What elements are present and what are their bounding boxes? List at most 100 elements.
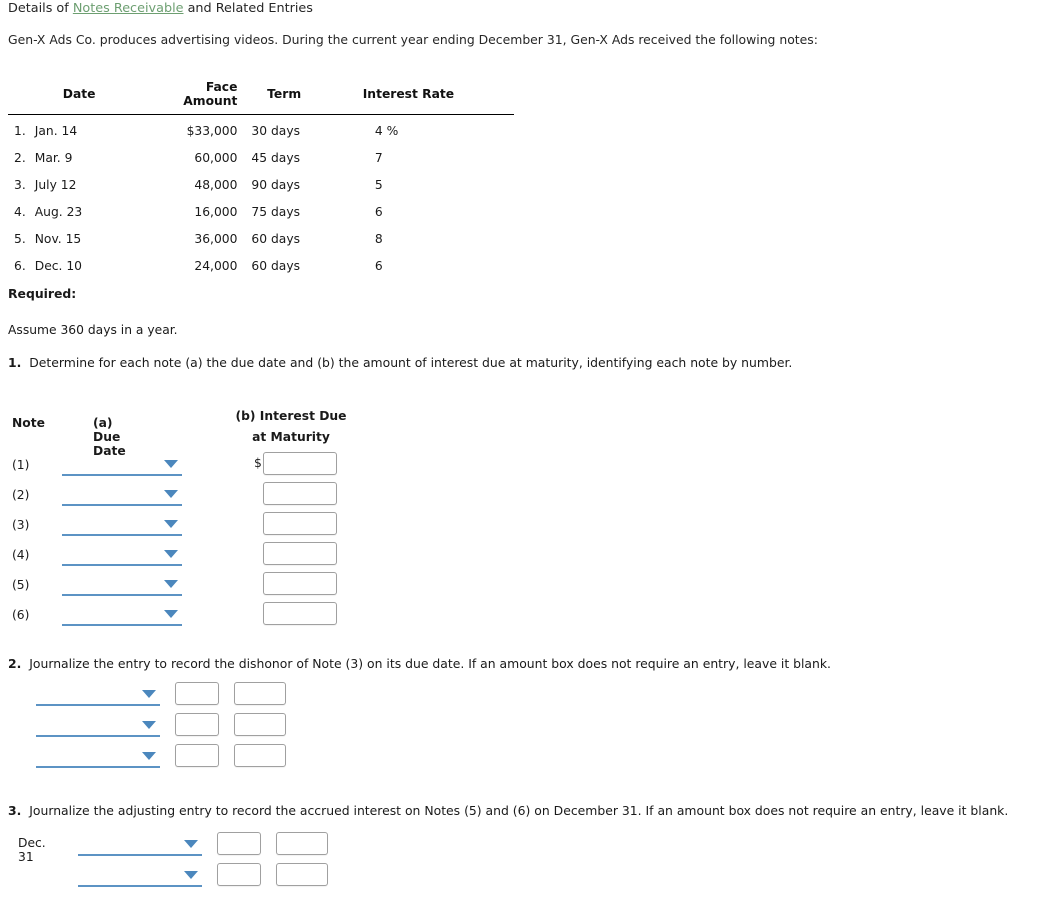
- cell-face-amount: 16,000: [194, 205, 238, 219]
- requirement-2-number: 2.: [8, 656, 22, 671]
- part1-note-label: (1): [12, 458, 30, 472]
- notes-table-head: Date Face Amount Term Interest Rate: [8, 80, 514, 115]
- column-header-term: Term: [267, 87, 302, 101]
- cell-face-amount: 36,000: [194, 232, 238, 246]
- chevron-down-icon: [164, 460, 178, 468]
- part3-credit-input-1[interactable]: [276, 832, 328, 855]
- part2-debit-input-2[interactable]: [175, 713, 219, 736]
- part3-account-dropdown-1[interactable]: [78, 834, 202, 856]
- table-row: 5. Nov. 15 36,000 60 days 8: [8, 223, 514, 250]
- cell-term: 30 days: [251, 124, 301, 138]
- notes-table: Date Face Amount Term Interest Rate 1. Ja…: [8, 80, 514, 277]
- cell-term: 60 days: [251, 259, 301, 273]
- part3-credit-input-2[interactable]: [276, 863, 328, 886]
- part2-account-dropdown-3[interactable]: [36, 746, 160, 768]
- cell-date: Mar. 9: [34, 151, 73, 165]
- notes-table-header-row: Date Face Amount Term Interest Rate: [8, 80, 514, 115]
- table-row: 6. Dec. 10 24,000 60 days 6: [8, 250, 514, 277]
- cell-index: 6.: [14, 259, 26, 273]
- part3-debit-input-1[interactable]: [217, 832, 261, 855]
- due-date-dropdown-3[interactable]: [62, 514, 182, 536]
- chevron-down-icon: [142, 721, 156, 729]
- part2-debit-input-1[interactable]: [175, 682, 219, 705]
- part1-header-note: Note: [12, 416, 45, 430]
- interest-due-input-5[interactable]: [263, 572, 337, 595]
- part2-credit-input-2[interactable]: [234, 713, 286, 736]
- interest-due-input-4[interactable]: [263, 542, 337, 565]
- cell-term: 45 days: [251, 151, 301, 165]
- interest-due-input-6[interactable]: [263, 602, 337, 625]
- cell-date: Dec. 10: [34, 259, 82, 273]
- cell-date: July 12: [34, 178, 77, 192]
- due-date-dropdown-4[interactable]: [62, 544, 182, 566]
- requirement-3: 3. Journalize the adjusting entry to rec…: [8, 803, 1008, 818]
- table-row: 3. July 12 48,000 90 days 5: [8, 169, 514, 196]
- cell-date: Jan. 14: [34, 124, 78, 138]
- part1-header-interest-line2: at Maturity: [252, 430, 330, 444]
- part1-header-due-date: (a) Due Date: [93, 416, 126, 458]
- part1-note-label: (3): [12, 518, 30, 532]
- table-row: 4. Aug. 23 16,000 75 days 6: [8, 196, 514, 223]
- cell-index: 5.: [14, 232, 26, 246]
- cell-date: Nov. 15: [34, 232, 82, 246]
- due-date-dropdown-1[interactable]: [62, 454, 182, 476]
- cell-face-amount: 60,000: [194, 151, 238, 165]
- page-title: Details of Notes Receivable and Related …: [8, 1, 313, 16]
- chevron-down-icon: [164, 610, 178, 618]
- cell-face-amount: 48,000: [194, 178, 238, 192]
- due-date-dropdown-6[interactable]: [62, 604, 182, 626]
- cell-face-amount: $33,000: [186, 124, 238, 138]
- cell-interest-rate: 4 %: [374, 124, 399, 138]
- part1-note-label: (6): [12, 608, 30, 622]
- part2-credit-input-3[interactable]: [234, 744, 286, 767]
- cell-index: 2.: [14, 151, 26, 165]
- part2-account-dropdown-1[interactable]: [36, 684, 160, 706]
- cell-term: 60 days: [251, 232, 301, 246]
- part1-note-label: (5): [12, 578, 30, 592]
- part1-note-label: (4): [12, 548, 30, 562]
- part2-debit-input-3[interactable]: [175, 744, 219, 767]
- part2-credit-input-1[interactable]: [234, 682, 286, 705]
- part3-account-dropdown-2[interactable]: [78, 865, 202, 887]
- chevron-down-icon: [142, 690, 156, 698]
- column-header-interest-rate: Interest Rate: [362, 87, 455, 101]
- column-header-date: Date: [62, 87, 96, 101]
- part1-note-label: (2): [12, 488, 30, 502]
- part2-account-dropdown-2[interactable]: [36, 715, 160, 737]
- interest-due-input-1[interactable]: [263, 452, 337, 475]
- interest-due-input-3[interactable]: [263, 512, 337, 535]
- chevron-down-icon: [142, 752, 156, 760]
- cell-interest-rate: 6: [374, 205, 383, 219]
- cell-interest-rate: 8: [374, 232, 383, 246]
- requirement-1: 1. Determine for each note (a) the due d…: [8, 355, 792, 370]
- column-header-index: [8, 80, 35, 115]
- due-date-dropdown-5[interactable]: [62, 574, 182, 596]
- requirement-1-number: 1.: [8, 355, 22, 370]
- cell-term: 90 days: [251, 178, 301, 192]
- requirement-3-text: Journalize the adjusting entry to record…: [29, 803, 1009, 818]
- cell-face-amount: 24,000: [194, 259, 238, 273]
- requirement-2: 2. Journalize the entry to record the di…: [8, 656, 831, 671]
- dollar-sign: $: [254, 456, 262, 470]
- part3-date-label: Dec. 31: [18, 836, 46, 864]
- cell-interest-rate: 6: [374, 259, 383, 273]
- chevron-down-icon: [184, 840, 198, 848]
- table-row: 1. Jan. 14 $33,000 30 days 4 %: [8, 115, 514, 143]
- part3-debit-input-2[interactable]: [217, 863, 261, 886]
- required-label: Required:: [8, 286, 77, 301]
- chevron-down-icon: [164, 580, 178, 588]
- due-date-dropdown-2[interactable]: [62, 484, 182, 506]
- part1-header-interest-line1: (b) Interest Due: [235, 409, 347, 423]
- notes-receivable-link[interactable]: Notes Receivable: [73, 1, 184, 16]
- table-row: 2. Mar. 9 60,000 45 days 7: [8, 142, 514, 169]
- chevron-down-icon: [164, 550, 178, 558]
- intro-paragraph: Gen-X Ads Co. produces advertising video…: [8, 32, 818, 47]
- page-title-suffix: and Related Entries: [183, 1, 313, 16]
- cell-interest-rate: 5: [374, 178, 383, 192]
- chevron-down-icon: [164, 490, 178, 498]
- cell-index: 1.: [14, 124, 26, 138]
- chevron-down-icon: [164, 520, 178, 528]
- assume-note: Assume 360 days in a year.: [8, 323, 178, 337]
- interest-due-input-2[interactable]: [263, 482, 337, 505]
- requirement-2-text: Journalize the entry to record the disho…: [29, 656, 831, 671]
